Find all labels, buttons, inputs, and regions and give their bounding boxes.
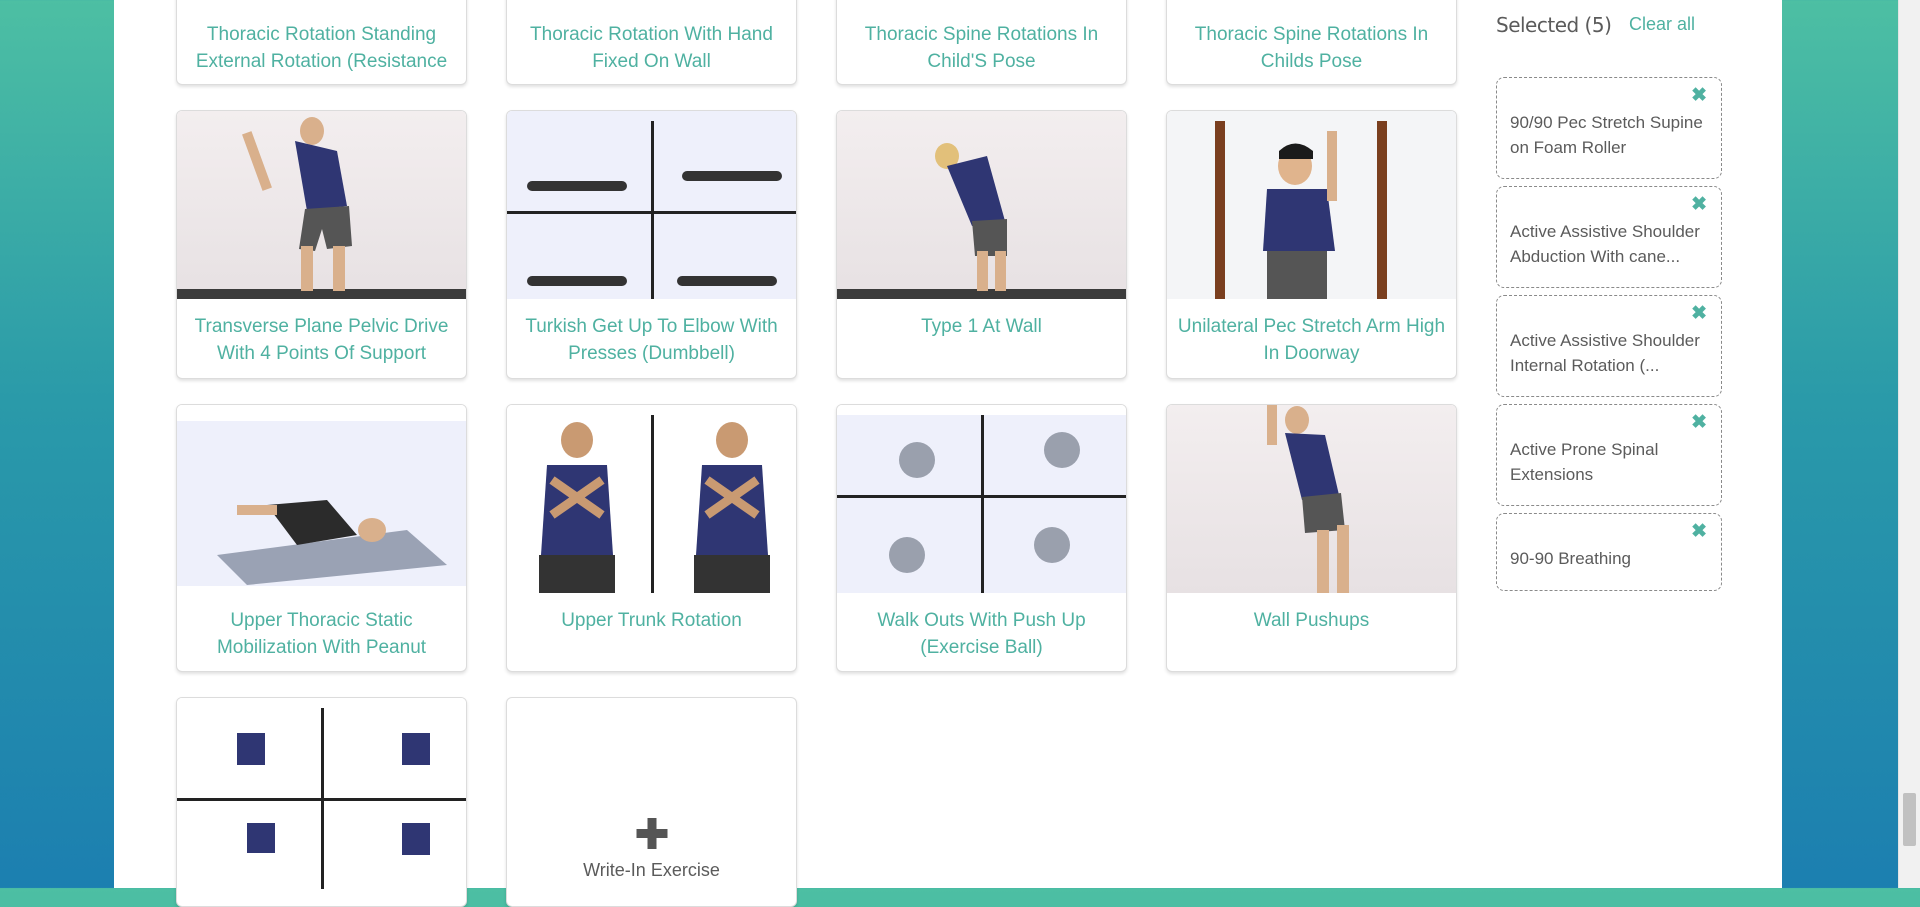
write-in-label: Write-In Exercise bbox=[583, 860, 720, 880]
person-illustration bbox=[217, 500, 447, 585]
selected-item: ✖ 90-90 Breathing bbox=[1496, 513, 1722, 591]
person-illustration bbox=[1263, 131, 1337, 299]
exercise-title: Walk Outs With Push Up (Exercise Ball) bbox=[877, 610, 1086, 658]
remove-icon[interactable]: ✖ bbox=[1691, 520, 1707, 543]
exercise-card[interactable]: Thoracic Spine Rotations In Child'S Pose bbox=[836, 0, 1127, 85]
selected-header: Selected (5) Clear all bbox=[1496, 10, 1726, 70]
selected-item: ✖ Active Prone Spinal Extensions bbox=[1496, 404, 1722, 506]
selected-item: ✖ Active Assistive Shoulder Internal Rot… bbox=[1496, 295, 1722, 397]
write-in-exercise-card[interactable]: Write-In Exercise bbox=[506, 697, 797, 907]
exercise-card[interactable]: Transverse Plane Pelvic Drive With 4 Poi… bbox=[176, 110, 467, 379]
exercise-title: Upper Thoracic Static Mobilization With … bbox=[216, 610, 427, 658]
exercise-title: Transverse Plane Pelvic Drive With 4 Poi… bbox=[194, 316, 449, 364]
exercise-card[interactable]: Type 1 At Wall bbox=[836, 110, 1127, 379]
exercise-card[interactable]: Thoracic Rotation Standing External Rota… bbox=[176, 0, 467, 85]
remove-icon[interactable]: ✖ bbox=[1691, 411, 1707, 434]
exercise-title: Thoracic Rotation With Hand Fixed On Wal… bbox=[530, 24, 773, 72]
selected-item-label: 90-90 Breathing bbox=[1510, 549, 1631, 568]
exercise-title: Unilateral Pec Stretch Arm High In Doorw… bbox=[1177, 316, 1446, 364]
person-illustration bbox=[935, 143, 1007, 291]
exercise-card[interactable]: Turkish Get Up To Elbow With Presses (Du… bbox=[506, 110, 797, 379]
selected-item: ✖ 90/90 Pec Stretch Supine on Foam Rolle… bbox=[1496, 77, 1722, 179]
remove-icon[interactable]: ✖ bbox=[1691, 193, 1707, 216]
exercise-card[interactable]: Upper Thoracic Static Mobilization With … bbox=[176, 404, 467, 672]
person-illustration bbox=[527, 171, 782, 286]
exercise-card[interactable]: Thoracic Rotation With Hand Fixed On Wal… bbox=[506, 0, 797, 85]
page-scrollbar[interactable] bbox=[1898, 0, 1920, 888]
exercise-image bbox=[177, 405, 466, 593]
exercise-image bbox=[1167, 405, 1456, 593]
clear-all-link[interactable]: Clear all bbox=[1629, 14, 1695, 35]
selected-item: ✖ Active Assistive Shoulder Abduction Wi… bbox=[1496, 186, 1722, 288]
exercise-title: Thoracic Spine Rotations In Child'S Pose bbox=[864, 24, 1099, 72]
exercise-card[interactable]: Unilateral Pec Stretch Arm High In Doorw… bbox=[1166, 110, 1457, 379]
plus-icon bbox=[636, 818, 667, 849]
person-illustration bbox=[889, 432, 1080, 573]
scrollbar-thumb[interactable] bbox=[1903, 793, 1916, 846]
exercise-image bbox=[1167, 111, 1456, 299]
exercise-card[interactable]: Wall Pushups bbox=[1166, 404, 1457, 672]
exercise-image bbox=[507, 111, 796, 299]
remove-icon[interactable]: ✖ bbox=[1691, 302, 1707, 325]
exercise-title: Thoracic Rotation Standing External Rota… bbox=[195, 24, 448, 72]
selected-item-label: Active Assistive Shoulder Abduction With… bbox=[1510, 222, 1700, 266]
person-illustration bbox=[539, 422, 770, 593]
selected-item-label: Active Prone Spinal Extensions bbox=[1510, 440, 1659, 484]
person-illustration bbox=[1267, 405, 1349, 593]
person-illustration bbox=[242, 117, 352, 291]
exercise-title: Upper Trunk Rotation bbox=[561, 610, 742, 631]
exercise-card[interactable]: Walk Outs With Push Up (Exercise Ball) bbox=[836, 404, 1127, 672]
remove-icon[interactable]: ✖ bbox=[1691, 84, 1707, 107]
exercise-title: Thoracic Spine Rotations In Childs Pose bbox=[1194, 24, 1429, 72]
exercise-title: Type 1 At Wall bbox=[921, 316, 1042, 337]
selected-item-label: 90/90 Pec Stretch Supine on Foam Roller bbox=[1510, 113, 1703, 157]
selected-heading: Selected (5) bbox=[1496, 13, 1612, 37]
exercise-card[interactable] bbox=[176, 697, 467, 907]
exercise-image bbox=[507, 405, 796, 593]
person-illustration bbox=[237, 733, 430, 855]
selected-item-label: Active Assistive Shoulder Internal Rotat… bbox=[1510, 331, 1700, 375]
exercise-card[interactable]: Upper Trunk Rotation bbox=[506, 404, 797, 672]
exercise-image bbox=[177, 111, 466, 299]
exercise-card[interactable]: Thoracic Spine Rotations In Childs Pose bbox=[1166, 0, 1457, 85]
exercise-image bbox=[837, 111, 1126, 299]
exercise-image bbox=[837, 405, 1126, 593]
exercise-title: Wall Pushups bbox=[1253, 610, 1370, 631]
exercise-image bbox=[177, 698, 466, 889]
exercise-title: Turkish Get Up To Elbow With Presses (Du… bbox=[525, 316, 778, 364]
